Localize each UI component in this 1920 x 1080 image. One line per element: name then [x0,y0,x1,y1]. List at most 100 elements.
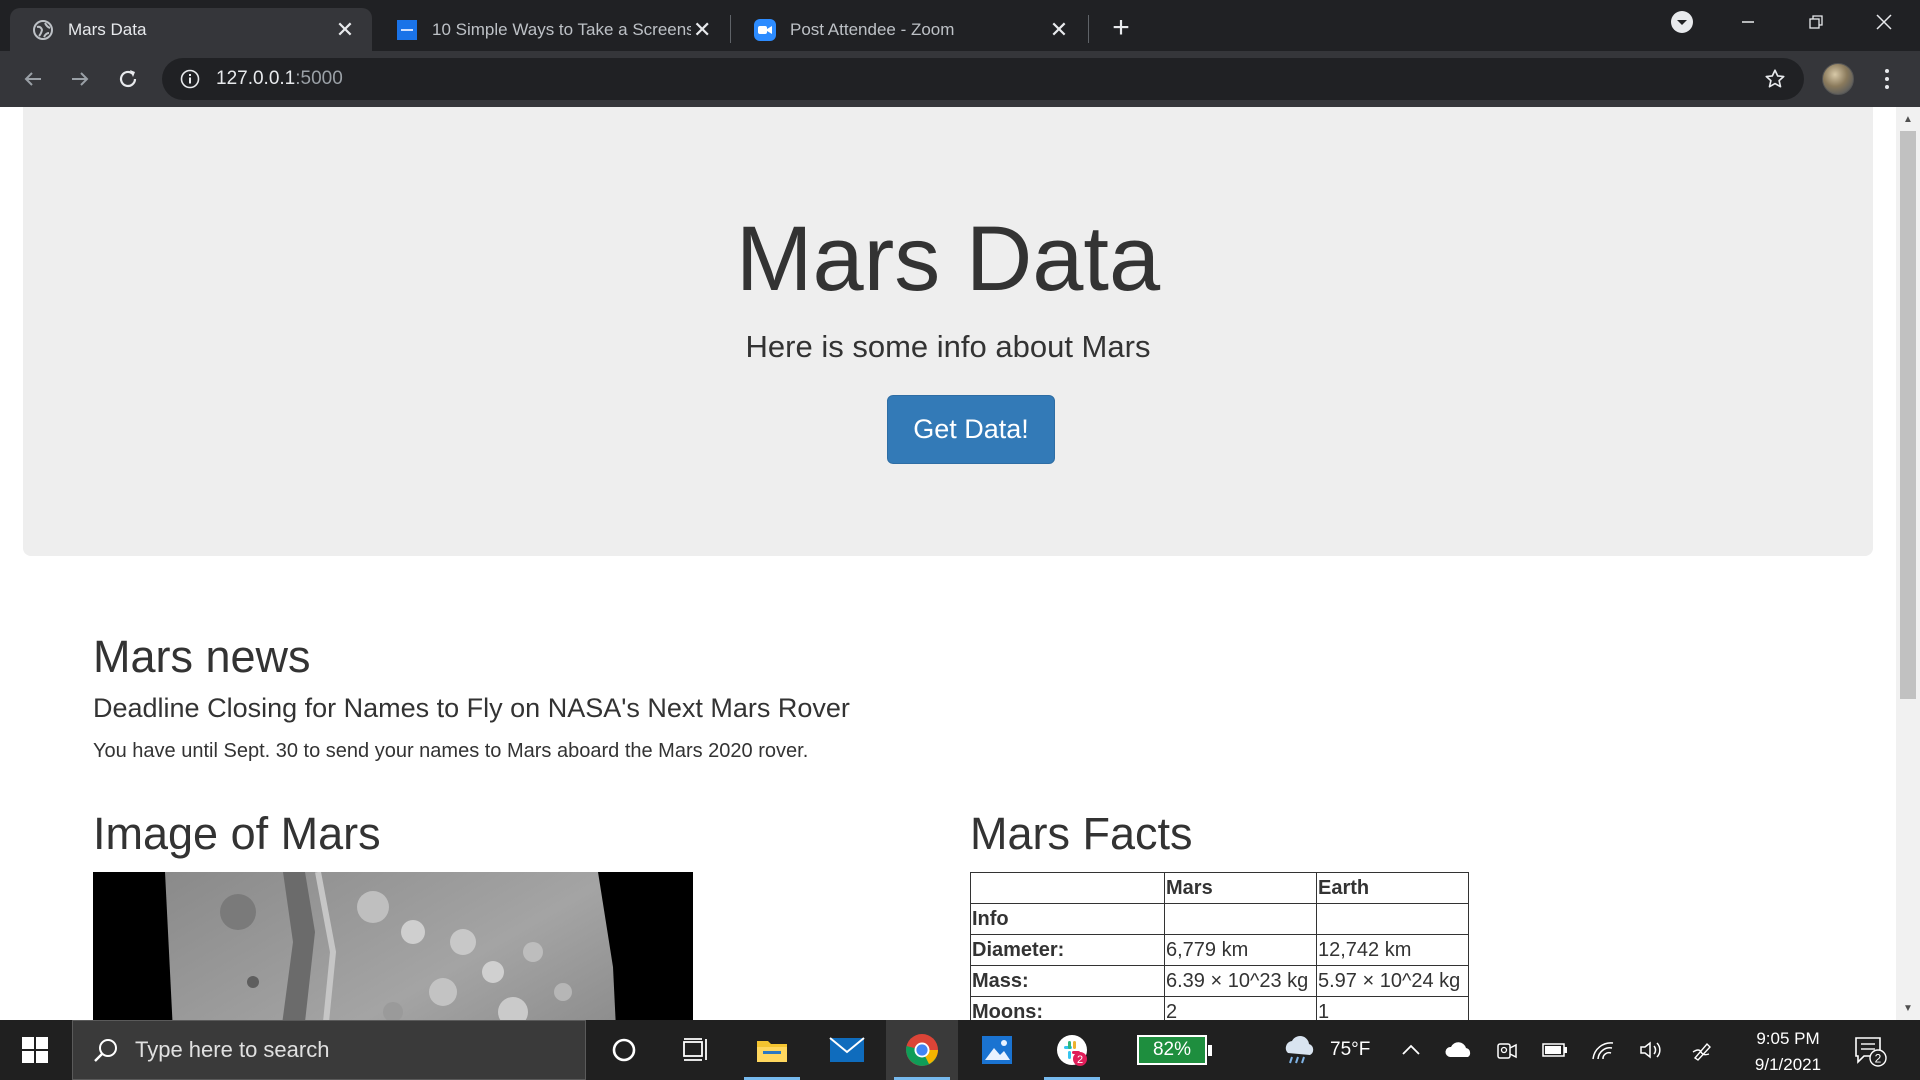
table-cell: 6.39 × 10^23 kg [1164,965,1317,997]
url-port: :5000 [295,68,343,89]
search-placeholder: Type here to search [135,1037,330,1062]
notification-center-icon[interactable]: 2 [1852,1034,1888,1068]
taskbar-clock[interactable]: 9:05 PM 9/1/2021 [1740,1026,1836,1078]
slack-icon: 2 [1057,1035,1087,1066]
page-title: Mars Data [735,208,1161,310]
photos-button[interactable] [961,1020,1033,1080]
close-icon [1876,14,1892,30]
search-icon [91,1035,121,1065]
meet-now-icon[interactable] [1492,1035,1522,1065]
table-cell: 1 [1316,996,1469,1020]
tab-separator [1088,15,1089,43]
minimize-icon [1742,21,1754,23]
tab-zoom[interactable]: Post Attendee - Zoom ✕ [732,8,1086,51]
restore-icon [1809,15,1823,29]
table-cell [1316,903,1469,935]
slack-button[interactable]: 2 [1036,1020,1108,1080]
taskbar-search-box[interactable]: Type here to search [72,1020,586,1080]
minimize-button[interactable] [1714,0,1782,44]
url-text: 127.0.0.1:5000 [216,68,343,90]
tab-mars-data[interactable]: Mars Data ✕ [10,8,372,51]
start-button[interactable] [0,1020,70,1080]
close-tab-icon[interactable]: ✕ [332,17,358,43]
table-cell [1164,903,1317,935]
bookmark-star-icon[interactable] [1762,66,1788,92]
article-favicon-icon [396,19,418,41]
clock-date: 9/1/2021 [1754,1055,1822,1074]
image-of-mars-heading: Image of Mars [93,808,381,859]
tab-title: 10 Simple Ways to Take a Screenshot [432,19,691,39]
cortana-icon [612,1038,636,1062]
slack-badge-count: 2 [1077,1054,1083,1066]
windows-taskbar: Type here to search 2 82% 75°F 9:05 PM 9… [0,1020,1920,1080]
tab-title: Mars Data [68,19,147,39]
vertical-scrollbar[interactable]: ▲ ▼ [1896,107,1920,1020]
table-header-cell: Earth [1316,872,1469,904]
weather-icon[interactable] [1279,1035,1319,1065]
table-header-cell [970,872,1165,904]
table-header-cell: Mars [1164,872,1317,904]
mars-facts-table: Mars Earth Info Diameter: 6,779 km 12,74… [970,872,1469,1020]
arrow-right-icon [72,72,89,86]
profile-avatar[interactable] [1822,63,1854,95]
page-viewport: Mars Data Here is some info about Mars G… [0,107,1896,1020]
table-row: Diameter: 6,779 km 12,742 km [970,934,1469,966]
table-cell: Diameter: [970,934,1165,966]
tab-separator [730,15,731,43]
wifi-icon[interactable] [1588,1035,1618,1065]
clock-time: 9:05 PM [1756,1029,1820,1048]
table-row: Mass: 6.39 × 10^23 kg 5.97 × 10^24 kg [970,965,1469,997]
close-tab-icon[interactable]: ✕ [691,17,714,43]
forward-button[interactable] [60,59,100,99]
file-explorer-button[interactable] [736,1020,808,1080]
notification-count: 2 [1875,1052,1882,1066]
table-cell: 12,742 km [1316,934,1469,966]
page-lead: Here is some info about Mars [745,329,1151,364]
volume-icon[interactable] [1636,1035,1666,1065]
url-host: 127.0.0.1 [216,68,296,89]
tab-search-button[interactable] [1648,0,1716,44]
chevron-down-icon [1671,11,1693,33]
jumbotron: Mars Data Here is some info about Mars G… [23,107,1873,556]
chrome-icon [906,1034,938,1066]
table-row: Info [970,903,1469,935]
task-view-button[interactable] [660,1020,732,1080]
reload-button[interactable] [108,59,148,99]
photos-icon [982,1036,1012,1064]
mail-icon [829,1037,865,1062]
address-bar[interactable]: 127.0.0.1:5000 [162,58,1804,100]
scroll-up-arrow-icon[interactable]: ▲ [1896,109,1920,129]
mail-button[interactable] [811,1020,883,1080]
pen-workspace-icon[interactable] [1688,1035,1718,1065]
back-button[interactable] [13,59,53,99]
get-data-button[interactable]: Get Data! [887,395,1055,464]
close-tab-icon[interactable]: ✕ [1046,17,1072,43]
arrow-left-icon [24,72,41,86]
battery-indicator[interactable]: 82% [1137,1035,1212,1065]
news-paragraph: You have until Sept. 30 to send your nam… [93,740,809,762]
table-cell: Mass: [970,965,1165,997]
battery-icon[interactable] [1540,1035,1570,1065]
mars-image [93,872,693,1020]
new-tab-button[interactable]: + [1104,11,1138,45]
chrome-button[interactable] [886,1020,958,1080]
scrollbar-thumb[interactable] [1900,131,1916,699]
show-hidden-icons-chevron-icon[interactable] [1396,1035,1426,1065]
reload-icon [119,70,137,88]
onedrive-icon[interactable] [1444,1035,1474,1065]
table-cell: Info [970,903,1165,935]
tab-screenshot-article[interactable]: 10 Simple Ways to Take a Screenshot ✕ [374,8,728,51]
browser-menu-icon[interactable] [1872,62,1902,96]
table-cell: Moons: [970,996,1165,1020]
scroll-down-arrow-icon[interactable]: ▼ [1896,998,1920,1018]
cortana-button[interactable] [588,1020,660,1080]
folder-icon [757,1041,787,1062]
table-cell: 5.97 × 10^24 kg [1316,965,1469,997]
tab-strip: Mars Data ✕ 10 Simple Ways to Take a Scr… [0,0,1920,51]
site-info-icon[interactable] [178,67,202,91]
task-view-icon [683,1038,707,1061]
close-window-button[interactable] [1850,0,1918,44]
restore-button[interactable] [1782,0,1850,44]
mars-facts-heading: Mars Facts [970,808,1193,859]
weather-temperature[interactable]: 75°F [1330,1039,1370,1061]
